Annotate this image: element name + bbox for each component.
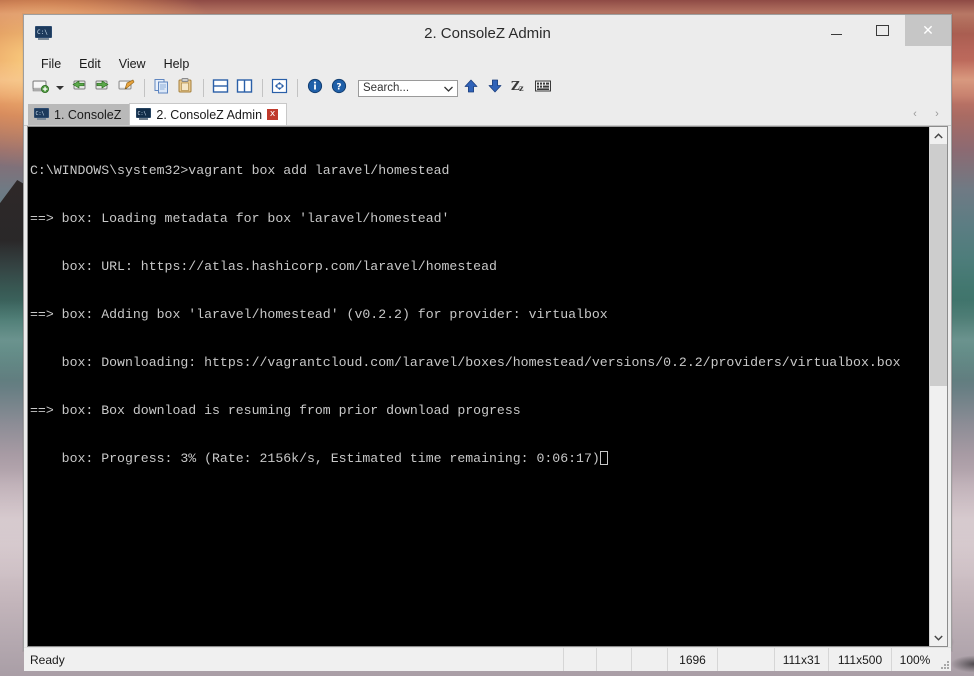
status-cell-empty-4 (718, 648, 775, 671)
svg-text:z: z (519, 83, 524, 93)
chevron-down-icon (56, 84, 64, 93)
keyboard-button[interactable] (532, 77, 554, 99)
window-controls: ✕ (813, 15, 951, 46)
search-dropdown-chevron-icon[interactable] (444, 84, 453, 94)
console-line: ==> box: Loading metadata for box 'larav… (30, 211, 450, 226)
minimize-button[interactable] (813, 15, 859, 46)
help-button[interactable]: ? (328, 77, 350, 99)
zoom-text-button[interactable]: Z z (508, 77, 530, 99)
info-icon (306, 78, 324, 99)
copy-button[interactable] (151, 77, 173, 99)
scrollbar-thumb[interactable] (930, 144, 947, 386)
toolbar-separator-1 (144, 79, 145, 97)
status-cell-buffer-size: 111x500 (829, 648, 892, 671)
console-output[interactable]: C:\WINDOWS\system32>vagrant box add lara… (28, 127, 929, 646)
tab-nav-buttons: ‹ › (904, 103, 948, 124)
split-horizontal-icon (212, 78, 230, 99)
menu-view[interactable]: View (110, 55, 155, 73)
svg-text:C:\: C:\ (138, 111, 147, 117)
status-bar: Ready 1696 111x31 111x500 100% (24, 647, 951, 671)
about-button[interactable] (304, 77, 326, 99)
arrow-left-green-icon (70, 78, 88, 99)
svg-text:C:\: C:\ (36, 111, 45, 117)
arrow-down-blue-icon (487, 78, 503, 99)
console-vertical-scrollbar[interactable] (929, 127, 947, 646)
tab-1-consolez[interactable]: C:\ 1. ConsoleZ (28, 104, 130, 125)
toolbar: ? Search... Z z (24, 74, 951, 102)
console-app-icon: C:\ (35, 26, 52, 41)
svg-text:?: ? (336, 82, 341, 92)
split-vertical-button[interactable] (234, 77, 256, 99)
console-line: ==> box: Box download is resuming from p… (30, 403, 521, 418)
status-text: Ready (24, 648, 564, 671)
status-cell-empty-2 (597, 648, 632, 671)
new-tab-button[interactable] (30, 77, 52, 99)
tab-2-label: 2. ConsoleZ Admin (156, 107, 263, 122)
tab-1-label: 1. ConsoleZ (54, 107, 122, 122)
fullscreen-icon (271, 78, 289, 99)
console-line-text: box: Progress: 3% (Rate: 2156k/s, Estima… (30, 451, 600, 466)
paste-icon (177, 77, 195, 99)
svg-text:C:\: C:\ (37, 29, 48, 36)
scroll-down-button[interactable] (930, 629, 947, 646)
menu-file[interactable]: File (32, 55, 70, 73)
status-cell-lines: 1696 (668, 648, 718, 671)
console-line: box: Downloading: https://vagrantcloud.c… (30, 355, 901, 370)
copy-icon (153, 78, 171, 99)
console-line-with-cursor: box: Progress: 3% (Rate: 2156k/s, Estima… (30, 451, 929, 467)
console-line: C:\WINDOWS\system32>vagrant box add lara… (30, 163, 450, 178)
status-cell-empty-3 (632, 648, 668, 671)
console-area: C:\WINDOWS\system32>vagrant box add lara… (27, 126, 948, 647)
menu-edit[interactable]: Edit (70, 55, 110, 73)
toolbar-separator-4 (297, 79, 298, 97)
new-tab-dropdown-button[interactable] (54, 77, 66, 99)
console-line: box: URL: https://atlas.hashicorp.com/la… (30, 259, 497, 274)
tab-close-icon[interactable]: x (267, 109, 279, 120)
search-input[interactable]: Search... (358, 79, 458, 97)
status-cell-empty-1 (564, 648, 597, 671)
maximize-button[interactable] (859, 15, 905, 46)
scroll-up-button[interactable] (930, 127, 947, 144)
fullscreen-button[interactable] (269, 77, 291, 99)
tab-scroll-left-button[interactable]: ‹ (904, 103, 926, 124)
paste-button[interactable] (175, 77, 197, 99)
console-admin-tab-icon: C:\ (136, 108, 152, 121)
arrow-up-blue-icon (463, 78, 479, 99)
close-button[interactable]: ✕ (905, 15, 951, 46)
find-previous-button[interactable] (460, 77, 482, 99)
menu-help[interactable]: Help (155, 55, 199, 73)
status-cell-zoom: 100% (899, 652, 931, 667)
status-cell-cursor-size: 111x31 (775, 648, 829, 671)
menu-bar: File Edit View Help (24, 53, 951, 74)
search-input-placeholder: Search... (363, 82, 410, 94)
zoom-text-icon: Z z (510, 78, 528, 99)
new-tab-icon (32, 78, 50, 99)
console-tab-icon: C:\ (34, 108, 49, 121)
close-icon: ✕ (922, 22, 934, 39)
tab-strip: C:\ 1. ConsoleZ C:\ 2. ConsoleZ Admin x … (24, 102, 951, 126)
window-title: 2. ConsoleZ Admin (424, 25, 551, 42)
console-line: ==> box: Adding box 'laravel/homestead' … (30, 307, 608, 322)
keyboard-icon (534, 78, 552, 99)
title-bar[interactable]: C:\ 2. ConsoleZ Admin ✕ (24, 15, 951, 53)
text-cursor (599, 451, 608, 465)
resize-grip[interactable] (937, 657, 949, 669)
split-vertical-icon (236, 78, 254, 99)
tab-2-consolez-admin[interactable]: C:\ 2. ConsoleZ Admin x (129, 103, 288, 125)
tab-scroll-right-button[interactable]: › (926, 103, 948, 124)
split-horizontal-button[interactable] (210, 77, 232, 99)
next-tab-button[interactable] (92, 77, 114, 99)
find-next-button[interactable] (484, 77, 506, 99)
previous-tab-button[interactable] (68, 77, 90, 99)
toolbar-separator-2 (203, 79, 204, 97)
rename-tab-pencil-icon (118, 78, 136, 99)
rename-tab-button[interactable] (116, 77, 138, 99)
help-icon: ? (330, 78, 348, 99)
consolez-window: C:\ 2. ConsoleZ Admin ✕ File Edit View H… (23, 14, 952, 671)
arrow-right-green-icon (94, 78, 112, 99)
toolbar-separator-3 (262, 79, 263, 97)
